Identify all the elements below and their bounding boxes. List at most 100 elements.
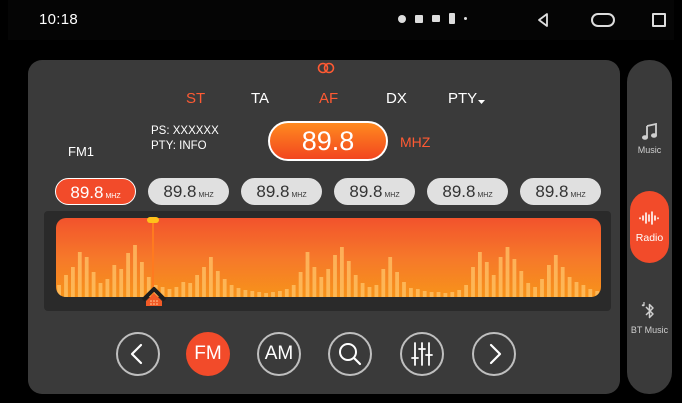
preset-button[interactable]: 89.8 MHZ [148,178,229,205]
af-toggle[interactable]: AF [319,90,338,107]
preset-unit: MHZ [291,192,307,199]
spectrum-bar [367,287,372,297]
search-button[interactable] [328,332,372,376]
preset-button[interactable]: 89.8 MHZ [427,178,508,205]
sidebar-item-radio[interactable]: Radio [630,191,669,263]
spectrum-bar [333,255,337,297]
spectrum-bar [415,289,420,297]
chevron-right-icon [489,343,502,365]
pty-dropdown[interactable]: PTY [448,90,486,107]
status-bar: 10:18 [8,0,674,40]
spectrum-bar [257,292,262,297]
spectrum-bar [64,275,68,297]
spectrum-bar [436,292,441,297]
preset-button[interactable]: 89.8 MHZ [334,178,415,205]
spectrum-bar [167,289,172,297]
spectrum-bar [395,272,399,297]
app-sidebar: Music Radio BT Music [627,60,672,394]
preset-unit: MHZ [198,192,214,199]
preset-unit: MHZ [570,192,586,199]
spectrum-bar [505,247,510,297]
next-station-button[interactable] [472,332,516,376]
spectrum-bar [126,253,130,297]
status-icons [398,13,467,24]
preset-frequency: 89.8 [256,182,290,201]
spectrum-bar [574,282,579,297]
prev-station-button[interactable] [116,332,160,376]
spectrum-bar [533,287,537,297]
spectrum-bar [498,257,503,297]
needle-cap [147,217,159,223]
sidebar-item-bt-music[interactable]: BT Music [627,301,672,335]
spectrum-bar [236,288,241,297]
search-icon [339,343,362,366]
back-icon[interactable] [535,12,551,28]
spectrum-display[interactable] [56,218,601,297]
ps-text: PS: XXXXXX [151,125,219,137]
rds-info: PS: XXXXXX PTY: INFO [151,124,219,154]
spectrum-bar [119,269,124,297]
spectrum-bar [98,283,103,297]
tuning-handle[interactable] [140,284,168,308]
sidebar-item-music[interactable]: Music [627,122,672,155]
band-label: FM1 [68,144,94,159]
preset-unit: MHZ [384,192,400,199]
spectrum-bar [553,255,558,297]
spectrum-bar [181,282,186,297]
preset-button[interactable]: 89.8 MHZ [241,178,322,205]
spectrum-bar [381,269,386,297]
home-button[interactable] [591,13,615,27]
spectrum-bar [457,290,462,297]
spectrum-bar [360,283,365,297]
spectrum-bar [229,285,234,297]
spectrum-bar [581,285,586,297]
ta-toggle[interactable]: TA [251,90,269,107]
spectrum-bar [312,267,317,297]
preset-frequency: 89.8 [70,183,104,202]
preset-unit: MHZ [105,193,121,200]
tuning-needle [152,219,154,293]
recent-apps-button[interactable] [652,13,666,27]
spectrum-bar [588,289,593,297]
spectrum-bar [91,272,96,297]
spectrum-bar [84,257,89,297]
spectrum-bar [464,285,468,297]
preset-button[interactable]: 89.8 MHZ [520,178,601,205]
spectrum-bar [340,247,344,297]
equalizer-button[interactable] [400,332,444,376]
spectrum-bar [526,283,531,297]
preset-frequency: 89.8 [535,182,569,201]
spectrum-bar [305,252,310,297]
st-toggle[interactable]: ST [186,90,205,107]
dot-icon [464,17,467,20]
radio-wave-icon [639,211,659,225]
spectrum-bar [443,293,448,297]
dx-toggle[interactable]: DX [386,90,407,107]
spectrum-bar [215,271,220,297]
preset-unit: MHZ [477,192,493,199]
chevron-down-icon [478,100,486,104]
fm-button[interactable]: FM [186,332,230,376]
spectrum-bar [512,259,517,297]
spectrum-bar [519,271,524,297]
spectrum-bar [353,275,358,297]
spectrum-bar [402,282,406,297]
music-note-icon [641,122,657,140]
spectrum-bar [250,291,255,297]
preset-button[interactable]: 89.8 MHZ [55,178,136,205]
pty-label: PTY [448,90,478,107]
preset-frequency: 89.8 [349,182,383,201]
spectrum-bar [547,265,551,297]
spectrum-bar [71,267,75,297]
spectrum-bar [450,292,455,297]
am-button[interactable]: AM [257,332,301,376]
spectrum-bar [388,257,393,297]
spectrum-bars [57,245,600,297]
spectrum-bar [298,272,303,297]
sidebar-item-label: Music [637,145,662,155]
spectrum-bar [422,291,427,297]
frequency-display[interactable]: 89.8 [268,121,388,161]
equalizer-icon [411,342,433,366]
message-icon [432,15,440,22]
spectrum-bar [195,275,199,297]
